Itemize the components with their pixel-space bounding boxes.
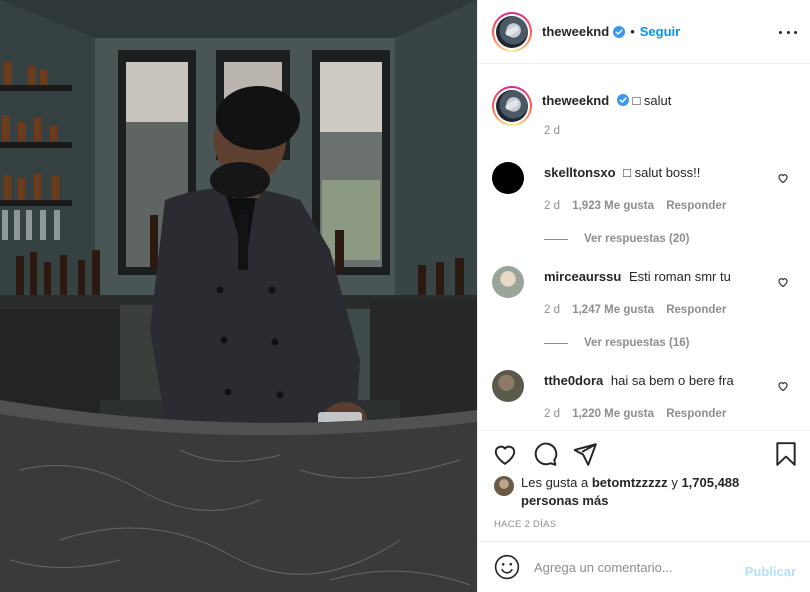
replies-line <box>544 342 568 344</box>
caption-avatar[interactable] <box>492 86 532 126</box>
heart-icon[interactable] <box>492 441 518 467</box>
commenter-avatar[interactable] <box>492 266 524 298</box>
post-photo-illustration <box>0 0 477 592</box>
replies-line <box>544 238 568 240</box>
commenter-username[interactable]: skelltonsxo <box>544 165 616 180</box>
liked-by-joiner: y <box>671 475 678 490</box>
comment-time[interactable]: 2 d <box>544 200 560 212</box>
comment-meta: 2 d 1,247 Me gusta Responder <box>544 304 735 316</box>
follow-button[interactable]: Seguir <box>640 24 680 39</box>
view-replies-button[interactable]: Ver respuestas (20) <box>544 233 689 245</box>
emoji-icon[interactable] <box>494 554 520 580</box>
liked-by-prefix: Les gusta a <box>521 475 589 490</box>
verified-badge-icon <box>616 94 629 106</box>
view-replies-label: Ver respuestas (20) <box>584 233 690 245</box>
comment-likes[interactable]: 1,220 Me gusta <box>572 408 654 420</box>
comment-meta: 2 d 1,220 Me gusta Responder <box>544 408 735 420</box>
author-username[interactable]: theweeknd <box>542 24 609 39</box>
comment-time[interactable]: 2 d <box>544 304 560 316</box>
post-caption: theweeknd □ salut 2 d <box>492 86 797 137</box>
author-avatar-frame <box>494 13 530 50</box>
more-options-icon[interactable] <box>779 24 797 40</box>
view-replies-button[interactable]: Ver respuestas (16) <box>544 337 689 349</box>
caption-text: □ salut <box>632 93 672 108</box>
reply-button[interactable]: Responder <box>666 304 726 316</box>
comment-heart-icon[interactable] <box>777 276 789 288</box>
comment-input[interactable] <box>534 559 734 575</box>
caption-avatar-image <box>496 90 528 122</box>
comment-meta: 2 d 1,923 Me gusta Responder <box>544 200 735 212</box>
comment-icon[interactable] <box>532 441 558 467</box>
comment-time[interactable]: 2 d <box>544 408 560 420</box>
caption-avatar-frame <box>494 88 530 124</box>
post-modal: theweeknd • Seguir theweeknd □ salut 2 d… <box>0 0 810 592</box>
header-separator: • <box>630 24 635 39</box>
comment-text-row: mirceaurssu Esti roman smr tu <box>544 269 774 284</box>
post-header: theweeknd • Seguir <box>478 0 810 64</box>
liked-by: Les gusta a betomtzzzzz y 1,705,488 pers… <box>494 474 741 510</box>
commenter-avatar[interactable] <box>492 162 524 194</box>
comment-likes[interactable]: 1,923 Me gusta <box>572 200 654 212</box>
commenter-username[interactable]: mirceaurssu <box>544 269 621 284</box>
caption-text-row: theweeknd □ salut <box>542 93 671 126</box>
post-actions-bar <box>478 430 810 470</box>
liker-username[interactable]: betomtzzzzz <box>592 475 668 490</box>
add-comment-bar: Publicar <box>478 541 810 592</box>
comment-text: Esti roman smr tu <box>628 269 731 284</box>
author-avatar-image <box>496 15 528 48</box>
bookmark-icon[interactable] <box>773 441 799 467</box>
caption-time[interactable]: 2 d <box>544 125 560 137</box>
liked-by-text: Les gusta a betomtzzzzz y 1,705,488 pers… <box>521 474 741 510</box>
comment-heart-icon[interactable] <box>777 380 789 392</box>
post-details-panel: theweeknd • Seguir theweeknd □ salut 2 d… <box>477 0 810 592</box>
verified-badge-icon <box>613 25 626 38</box>
share-icon[interactable] <box>572 441 598 467</box>
reply-button[interactable]: Responder <box>666 408 726 420</box>
publish-button[interactable]: Publicar <box>745 564 796 579</box>
commenter-avatar[interactable] <box>492 370 524 402</box>
comment-text: hai sa bem o bere fra <box>610 373 734 388</box>
post-time-ago[interactable]: HACE 2 DÍAS <box>494 519 556 530</box>
post-photo[interactable] <box>0 0 477 592</box>
caption-username[interactable]: theweeknd <box>542 93 609 108</box>
view-replies-label: Ver respuestas (16) <box>584 337 690 349</box>
comment-text-row: skelltonsxo □ salut boss!! <box>544 165 774 180</box>
liker-avatar[interactable] <box>494 476 514 496</box>
author-avatar[interactable] <box>492 11 532 52</box>
reply-button[interactable]: Responder <box>666 200 726 212</box>
comment-text-row: tthe0dora hai sa bem o bere fra <box>544 373 774 388</box>
comment-likes[interactable]: 1,247 Me gusta <box>572 304 654 316</box>
comment-text: □ salut boss!! <box>623 165 701 180</box>
commenter-username[interactable]: tthe0dora <box>544 373 603 388</box>
comment-heart-icon[interactable] <box>777 172 789 184</box>
